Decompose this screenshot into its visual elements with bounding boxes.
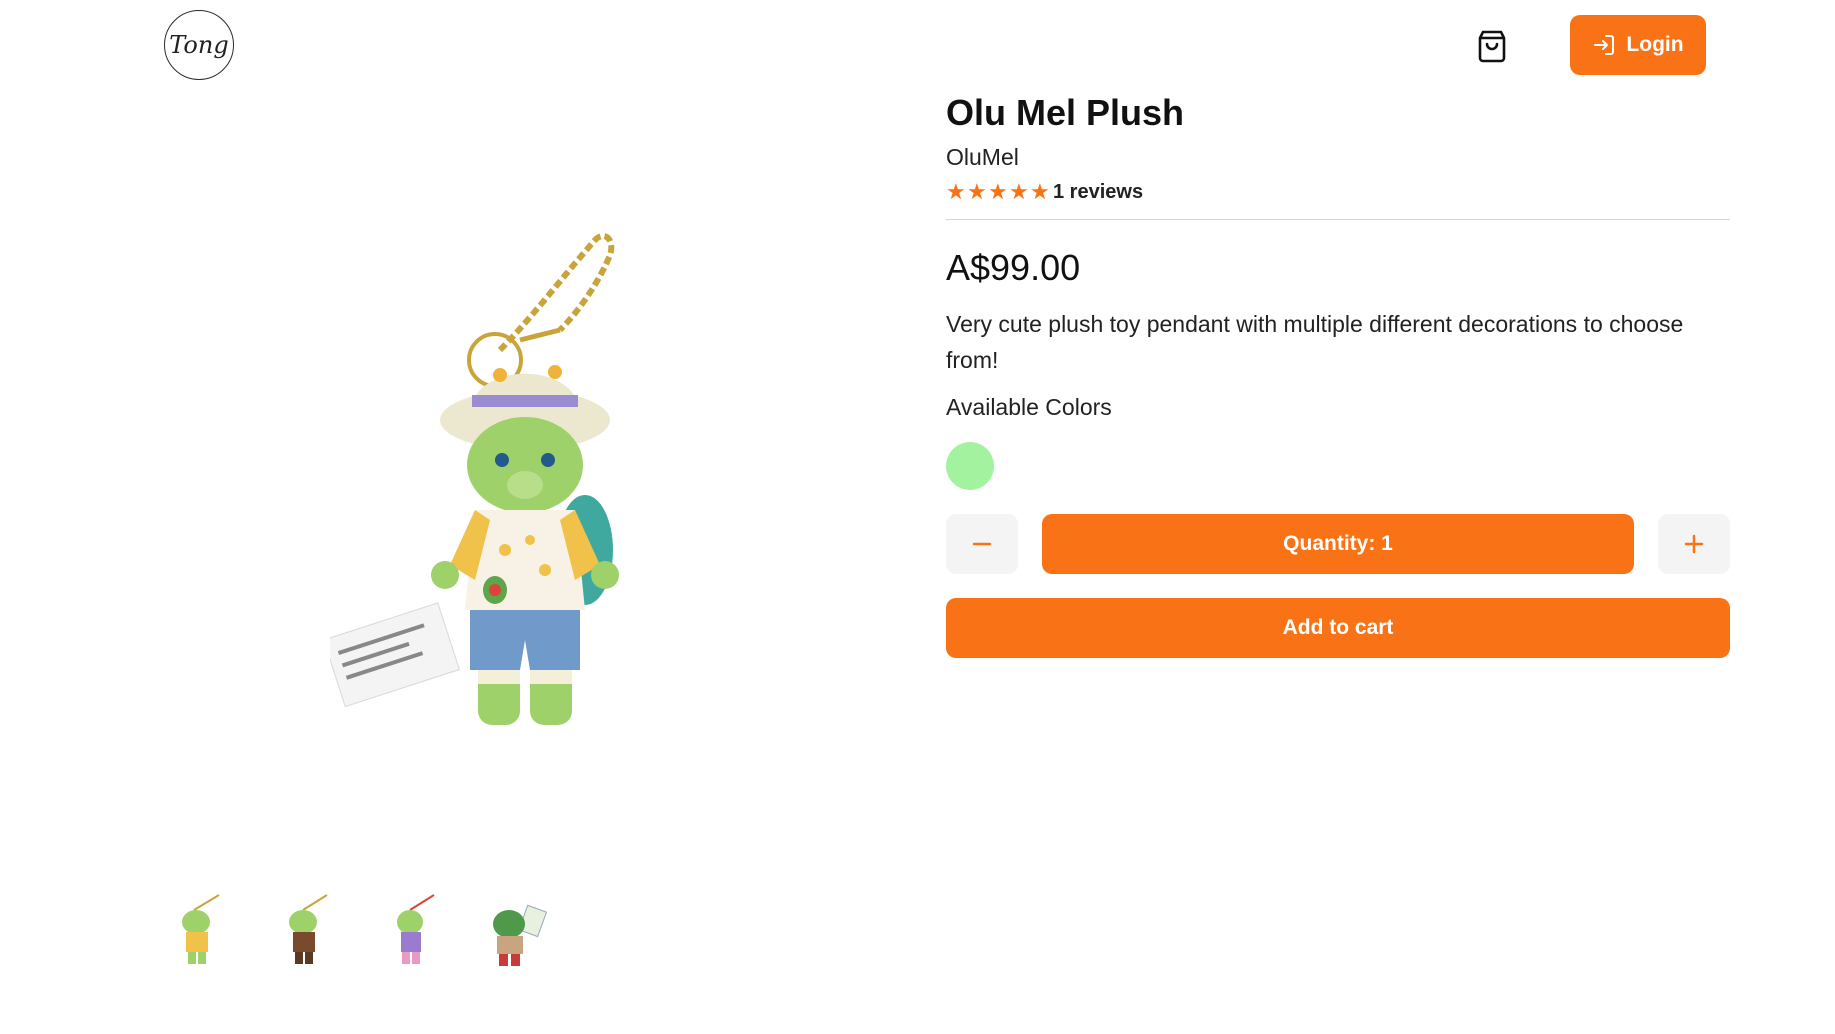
decrease-quantity-button[interactable] <box>946 514 1018 574</box>
reviews-count[interactable]: 1 reviews <box>1053 181 1143 204</box>
star-icon: ★ <box>1009 179 1029 204</box>
thumbnail-4[interactable] <box>479 890 551 970</box>
thumbnail-list <box>164 890 551 970</box>
shopping-bag-icon <box>1478 30 1506 63</box>
thumbnail-3[interactable] <box>374 890 446 970</box>
product-description: Very cute plush toy pendant with multipl… <box>946 311 1684 373</box>
login-arrow-icon <box>1594 35 1615 55</box>
product-details: Olu Mel Plush OluMel ★ ★ ★ ★ ★ 1 reviews… <box>946 90 1730 658</box>
thumbnail-1[interactable] <box>164 890 236 970</box>
logo[interactable]: Tong <box>164 10 234 80</box>
divider <box>946 219 1730 220</box>
product-price: A$99.00 <box>946 247 1081 288</box>
product-main-image <box>330 233 619 725</box>
product-brand: OluMel <box>946 144 1019 170</box>
logo-text: Tong <box>169 31 229 59</box>
plus-icon <box>1684 534 1704 554</box>
minus-icon <box>972 542 992 546</box>
star-icon: ★ <box>967 179 987 204</box>
increase-quantity-button[interactable] <box>1658 514 1730 574</box>
cart-button[interactable] <box>1472 26 1512 66</box>
available-colors-label: Available Colors <box>946 394 1112 420</box>
add-to-cart-button[interactable]: Add to cart <box>946 598 1730 658</box>
quantity-stepper: Quantity: 1 <box>946 514 1730 574</box>
star-icon: ★ <box>988 179 1008 204</box>
star-icon: ★ <box>1030 179 1050 204</box>
product-title: Olu Mel Plush <box>946 92 1185 133</box>
login-label: Login <box>1626 33 1684 56</box>
login-button[interactable]: Login <box>1570 15 1706 75</box>
star-rating: ★ ★ ★ ★ ★ <box>946 181 1051 203</box>
star-icon: ★ <box>946 179 966 204</box>
rating-row: ★ ★ ★ ★ ★ 1 reviews <box>946 180 1730 204</box>
color-swatch-green[interactable] <box>946 442 994 490</box>
thumbnail-2[interactable] <box>269 890 341 970</box>
quantity-display: Quantity: 1 <box>1042 514 1634 574</box>
